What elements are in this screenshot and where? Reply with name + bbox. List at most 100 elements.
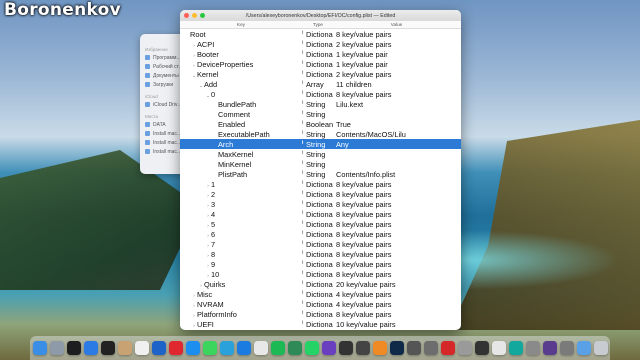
plist-key-cell[interactable]: › 7 xyxy=(180,240,302,249)
plist-key-cell[interactable]: › 4 xyxy=(180,210,302,219)
column-value[interactable]: Value xyxy=(334,22,459,27)
plist-row[interactable]: MaxKernel String xyxy=(180,149,461,159)
plist-row[interactable]: Arch StringAny xyxy=(180,139,461,149)
plist-key-cell[interactable]: › 3 xyxy=(180,200,302,209)
plist-key-cell[interactable]: › 8 xyxy=(180,250,302,259)
plist-type-popup[interactable]: Dictiona xyxy=(302,40,334,49)
purple-app-icon[interactable] xyxy=(321,341,336,355)
plist-key-cell[interactable]: › ACPI xyxy=(180,40,302,49)
plist-row[interactable]: ›UEFIDictiona10 key/value pairs xyxy=(180,319,461,329)
plist-type-popup[interactable]: Dictiona xyxy=(302,70,334,79)
column-type[interactable]: Type xyxy=(302,22,334,27)
plist-row[interactable]: ⌄AddArray11 children xyxy=(180,79,461,89)
title-bar[interactable]: /Users/alexeyboronenkov/Desktop/EFI/OC/c… xyxy=(180,10,461,21)
photoshop-icon[interactable] xyxy=(389,341,404,355)
plist-row[interactable]: ⌄0Dictiona8 key/value pairs xyxy=(180,89,461,99)
plist-value[interactable]: Contents/MacOS/Lilu xyxy=(334,130,459,139)
plist-type-popup[interactable]: String xyxy=(302,140,334,149)
plist-type-popup[interactable]: Dictiona xyxy=(302,260,334,269)
finder-icon[interactable] xyxy=(32,341,47,355)
plist-row[interactable]: ›4Dictiona8 key/value pairs xyxy=(180,209,461,219)
plist-key-cell[interactable]: Arch xyxy=(180,140,302,149)
zoom-button[interactable] xyxy=(200,13,205,18)
telegram-icon[interactable] xyxy=(219,341,234,355)
plist-type-popup[interactable]: String xyxy=(302,130,334,139)
plist-value[interactable]: 20 key/value pairs xyxy=(334,280,459,289)
plist-key-cell[interactable]: › 10 xyxy=(180,270,302,279)
green-app-icon[interactable] xyxy=(287,341,302,355)
final-cut-icon[interactable] xyxy=(338,341,353,355)
plist-key-cell[interactable]: MinKernel xyxy=(180,160,302,169)
plist-type-popup[interactable]: Dictiona xyxy=(302,300,334,309)
purple-wheel-icon[interactable] xyxy=(542,341,557,355)
plist-key-cell[interactable]: ⌄0 xyxy=(180,90,302,99)
messages-icon[interactable] xyxy=(202,341,217,355)
plist-type-popup[interactable]: Dictiona xyxy=(302,280,334,289)
plist-type-popup[interactable]: Dictiona xyxy=(302,190,334,199)
plist-value[interactable]: 8 key/value pairs xyxy=(334,260,459,269)
plist-row[interactable]: ›6Dictiona8 key/value pairs xyxy=(180,229,461,239)
plist-value[interactable]: 8 key/value pairs xyxy=(334,30,459,39)
plist-type-popup[interactable]: Dictiona xyxy=(302,310,334,319)
plist-row[interactable]: ⌄KernelDictiona2 key/value pairs xyxy=(180,69,461,79)
spotify-icon[interactable] xyxy=(270,341,285,355)
plist-key-cell[interactable]: BundlePath xyxy=(180,100,302,109)
plist-value[interactable]: 8 key/value pairs xyxy=(334,270,459,279)
plist-type-popup[interactable]: Dictiona xyxy=(302,180,334,189)
plist-key-cell[interactable]: ⌄Kernel xyxy=(180,70,302,79)
plist-key-cell[interactable]: ⌄Add xyxy=(180,80,302,89)
opera-icon[interactable] xyxy=(168,341,183,355)
plist-row[interactable]: ›NVRAMDictiona4 key/value pairs xyxy=(180,299,461,309)
plist-type-popup[interactable]: String xyxy=(302,160,334,169)
contacts-icon[interactable] xyxy=(117,341,132,355)
plist-type-popup[interactable]: Dictiona xyxy=(302,30,334,39)
plist-value[interactable]: 8 key/value pairs xyxy=(334,240,459,249)
plist-type-popup[interactable]: Dictiona xyxy=(302,250,334,259)
plist-type-popup[interactable]: String xyxy=(302,170,334,179)
plist-key-cell[interactable]: › 2 xyxy=(180,190,302,199)
plist-type-popup[interactable]: String xyxy=(302,100,334,109)
plist-row[interactable]: ›1Dictiona8 key/value pairs xyxy=(180,179,461,189)
plist-key-cell[interactable]: › Booter xyxy=(180,50,302,59)
plist-value[interactable]: True xyxy=(334,120,459,129)
terminal-icon[interactable] xyxy=(100,341,115,355)
plist-key-cell[interactable]: › 1 xyxy=(180,180,302,189)
plist-value[interactable]: Contents/Info.plist xyxy=(334,170,459,179)
plist-row[interactable]: Enabled BooleanTrue xyxy=(180,119,461,129)
mail-icon[interactable] xyxy=(83,341,98,355)
plist-row[interactable]: ExecutablePath StringContents/MacOS/Lilu xyxy=(180,129,461,139)
plist-value[interactable]: 8 key/value pairs xyxy=(334,210,459,219)
minimize-button[interactable] xyxy=(192,13,197,18)
downloads-icon[interactable] xyxy=(576,341,591,355)
plist-value[interactable]: 8 key/value pairs xyxy=(334,90,459,99)
plist-type-popup[interactable]: Dictiona xyxy=(302,220,334,229)
plist-type-popup[interactable]: Dictiona xyxy=(302,90,334,99)
itunes-icon[interactable] xyxy=(253,341,268,355)
plist-value[interactable]: 1 key/value pair xyxy=(334,50,459,59)
blue-app-icon[interactable] xyxy=(151,341,166,355)
plist-row[interactable]: ›3Dictiona8 key/value pairs xyxy=(180,199,461,209)
plist-value[interactable]: 8 key/value pairs xyxy=(334,250,459,259)
plist-value[interactable]: 8 key/value pairs xyxy=(334,310,459,319)
plist-value[interactable]: 8 key/value pairs xyxy=(334,230,459,239)
plist-row[interactable]: ›QuirksDictiona20 key/value pairs xyxy=(180,279,461,289)
plist-value[interactable]: Any xyxy=(334,140,459,149)
red-app-icon[interactable] xyxy=(440,341,455,355)
fcp-icon[interactable] xyxy=(355,341,370,355)
plist-value[interactable]: 10 key/value pairs xyxy=(334,320,459,329)
tools-icon[interactable] xyxy=(423,341,438,355)
plist-row[interactable]: ›5Dictiona8 key/value pairs xyxy=(180,219,461,229)
plist-value[interactable]: 2 key/value pairs xyxy=(334,40,459,49)
plist-key-cell[interactable]: › 9 xyxy=(180,260,302,269)
plist-row[interactable]: ›2Dictiona8 key/value pairs xyxy=(180,189,461,199)
plist-key-cell[interactable]: Comment xyxy=(180,110,302,119)
media-icon[interactable] xyxy=(406,341,421,355)
plist-row[interactable]: ›ACPIDictiona2 key/value pairs xyxy=(180,39,461,49)
plist-row[interactable]: PlistPath StringContents/Info.plist xyxy=(180,169,461,179)
stocks-icon[interactable] xyxy=(66,341,81,355)
plist-row[interactable]: MinKernel String xyxy=(180,159,461,169)
plist-row[interactable]: ›7Dictiona8 key/value pairs xyxy=(180,239,461,249)
plist-key-cell[interactable]: Enabled xyxy=(180,120,302,129)
whatsapp-icon[interactable] xyxy=(304,341,319,355)
plist-value[interactable]: 1 key/value pair xyxy=(334,60,459,69)
